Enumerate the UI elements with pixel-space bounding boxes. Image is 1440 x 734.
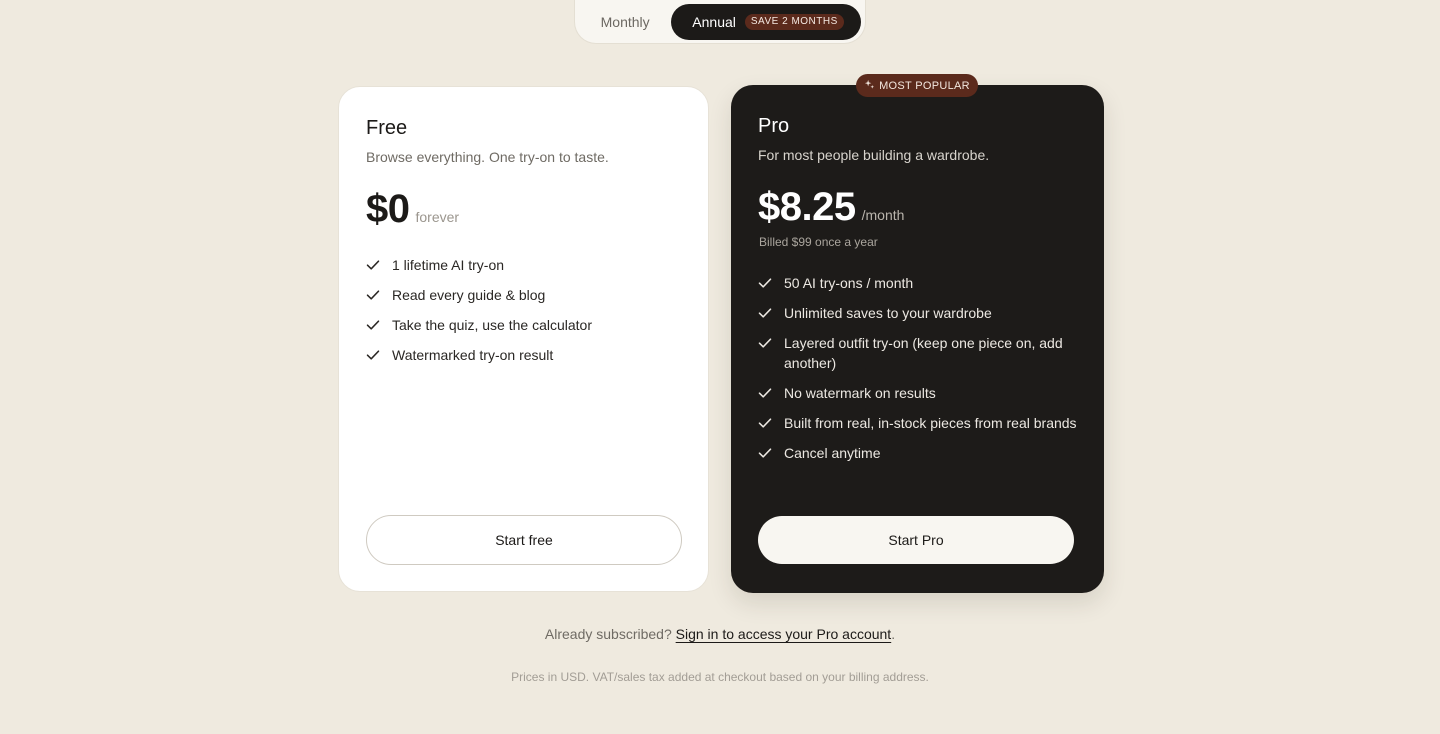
feature-text: 1 lifetime AI try-on bbox=[392, 257, 505, 273]
feature-item: Watermarked try-on result bbox=[366, 345, 686, 365]
check-icon bbox=[758, 333, 774, 353]
signin-prefix: Already subscribed? bbox=[544, 626, 672, 642]
sparkle-icon bbox=[864, 79, 875, 93]
check-icon bbox=[758, 383, 774, 403]
plan-name: Pro bbox=[758, 115, 790, 137]
most-popular-label: MOST POPULAR bbox=[879, 79, 970, 92]
feature-item: Cancel anytime bbox=[758, 443, 1078, 463]
feature-item: Layered outfit try-on (keep one piece on… bbox=[758, 333, 1078, 373]
plan-card-free: Free Browse everything. One try-on to ta… bbox=[338, 86, 709, 592]
price-period: forever bbox=[415, 209, 460, 225]
check-icon bbox=[366, 345, 382, 365]
feature-text: Unlimited saves to your wardrobe bbox=[784, 305, 992, 321]
plan-card-pro: Pro For most people building a wardrobe.… bbox=[731, 85, 1104, 593]
price: $0 bbox=[366, 187, 410, 231]
feature-item: 1 lifetime AI try-on bbox=[366, 255, 686, 275]
check-icon bbox=[366, 255, 382, 275]
pricing-page: Monthly Annual SAVE 2 MONTHS Free Browse… bbox=[0, 0, 1440, 734]
feature-list: 50 AI try-ons / month Unlimited saves to… bbox=[758, 273, 1078, 473]
feature-item: Take the quiz, use the calculator bbox=[366, 315, 686, 335]
feature-text: Cancel anytime bbox=[784, 445, 881, 461]
most-popular-badge: MOST POPULAR bbox=[856, 74, 978, 97]
feature-item: Read every guide & blog bbox=[366, 285, 686, 305]
check-icon bbox=[758, 413, 774, 433]
check-icon bbox=[758, 443, 774, 463]
plan-description: For most people building a wardrobe. bbox=[758, 147, 990, 163]
check-icon bbox=[366, 315, 382, 335]
price-period: /month bbox=[861, 207, 905, 223]
start-pro-button[interactable]: Start Pro bbox=[758, 516, 1074, 564]
signin-link[interactable]: Sign in to access your Pro account bbox=[676, 626, 892, 642]
feature-item: 50 AI try-ons / month bbox=[758, 273, 1078, 293]
feature-item: Unlimited saves to your wardrobe bbox=[758, 303, 1078, 323]
price-row: $8.25 /month bbox=[758, 185, 904, 230]
feature-list: 1 lifetime AI try-on Read every guide & … bbox=[366, 255, 686, 375]
toggle-annual[interactable]: Annual SAVE 2 MONTHS bbox=[671, 3, 861, 40]
signin-prompt: Already subscribed? Sign in to access yo… bbox=[0, 626, 1440, 642]
billing-toggle: Monthly Annual SAVE 2 MONTHS bbox=[574, 0, 866, 44]
check-icon bbox=[758, 273, 774, 293]
billing-note: Billed $99 once a year bbox=[759, 235, 878, 249]
toggle-monthly[interactable]: Monthly bbox=[579, 4, 671, 40]
price: $8.25 bbox=[758, 185, 856, 229]
save-badge: SAVE 2 MONTHS bbox=[744, 13, 844, 30]
plan-name: Free bbox=[366, 117, 408, 139]
feature-text: Built from real, in-stock pieces from re… bbox=[784, 415, 1077, 431]
feature-text: No watermark on results bbox=[784, 385, 936, 401]
feature-text: Read every guide & blog bbox=[392, 287, 546, 303]
feature-text: Take the quiz, use the calculator bbox=[392, 317, 593, 333]
feature-text: Watermarked try-on result bbox=[392, 347, 554, 363]
plan-description: Browse everything. One try-on to taste. bbox=[366, 149, 609, 165]
feature-text: Layered outfit try-on (keep one piece on… bbox=[784, 335, 1063, 371]
toggle-annual-label: Annual bbox=[692, 13, 736, 30]
feature-item: No watermark on results bbox=[758, 383, 1078, 403]
price-row: $0 forever bbox=[366, 187, 459, 232]
check-icon bbox=[366, 285, 382, 305]
signin-suffix: . bbox=[891, 626, 896, 642]
check-icon bbox=[758, 303, 774, 323]
pricing-fineprint: Prices in USD. VAT/sales tax added at ch… bbox=[511, 670, 929, 684]
feature-item: Built from real, in-stock pieces from re… bbox=[758, 413, 1078, 433]
start-free-button[interactable]: Start free bbox=[366, 515, 682, 565]
feature-text: 50 AI try-ons / month bbox=[784, 275, 914, 291]
